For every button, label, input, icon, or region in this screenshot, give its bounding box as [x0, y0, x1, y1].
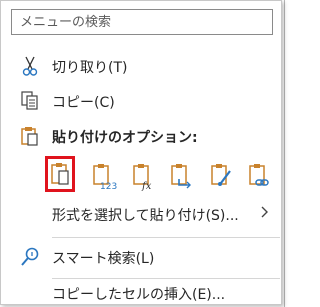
- menu-item-paste-special[interactable]: 形式を選択して貼り付け(S)...: [1, 200, 281, 228]
- menu-item-label: 形式を選択して貼り付け(S)...: [52, 208, 239, 224]
- context-menu: 切り取り(T) コピー(C) 貼り付けのオプション:: [0, 0, 282, 305]
- scissors-icon: [19, 55, 41, 77]
- menu-item-smart-lookup[interactable]: スマート検索(L): [1, 243, 281, 271]
- menu-item-label: コピー(C): [52, 95, 115, 111]
- paste-values-text: 123: [100, 182, 117, 191]
- paste-option-link[interactable]: [245, 160, 273, 192]
- menu-item-label: コピーしたセルの挿入(E)...: [52, 287, 226, 303]
- clipboard-icon: [19, 125, 41, 147]
- chevron-right-icon: [261, 206, 269, 222]
- menu-item-cut[interactable]: 切り取り(T): [1, 52, 281, 80]
- sheet-gridline: [284, 0, 285, 307]
- paste-option-paste[interactable]: [45, 156, 75, 192]
- paste-option-formatting[interactable]: [207, 160, 235, 192]
- copy-icon: [19, 90, 41, 112]
- menu-item-insert-copied-cells[interactable]: コピーしたセルの挿入(E)...: [1, 279, 281, 307]
- paste-option-values[interactable]: 123: [89, 160, 117, 192]
- menu-item-label: 切り取り(T): [52, 60, 128, 76]
- menu-item-label: スマート検索(L): [52, 251, 155, 267]
- paste-option-transpose[interactable]: [167, 160, 195, 192]
- menu-item-copy[interactable]: コピー(C): [1, 87, 281, 115]
- paste-option-formulas[interactable]: fx: [129, 160, 157, 192]
- paste-options-header: 貼り付けのオプション:: [1, 122, 281, 150]
- paste-options-label: 貼り付けのオプション:: [52, 130, 198, 146]
- smart-lookup-icon: [19, 246, 41, 268]
- menu-separator: [52, 237, 280, 238]
- paste-formulas-text: fx: [141, 181, 152, 191]
- menu-search-input[interactable]: [11, 9, 273, 35]
